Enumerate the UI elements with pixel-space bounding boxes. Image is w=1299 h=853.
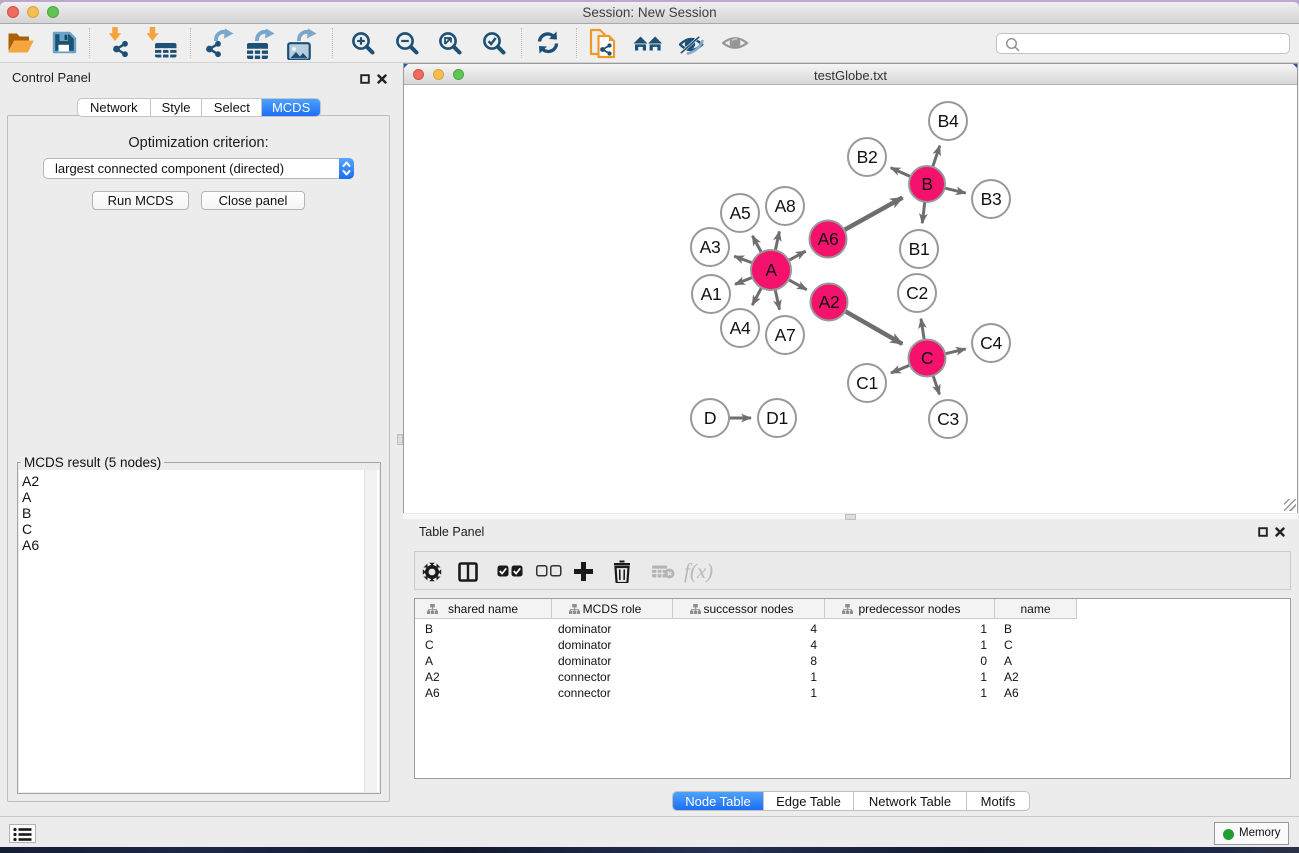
svg-text:A7: A7 bbox=[775, 325, 796, 345]
svg-text:A6: A6 bbox=[818, 229, 839, 249]
svg-text:A5: A5 bbox=[730, 203, 751, 223]
svg-text:B2: B2 bbox=[857, 147, 878, 167]
svg-text:A4: A4 bbox=[730, 318, 751, 338]
svg-text:D: D bbox=[704, 408, 716, 428]
svg-text:B1: B1 bbox=[909, 239, 930, 259]
svg-text:C: C bbox=[921, 348, 933, 368]
svg-text:B4: B4 bbox=[938, 111, 959, 131]
svg-text:A8: A8 bbox=[775, 196, 796, 216]
svg-text:B: B bbox=[921, 174, 932, 194]
svg-text:C4: C4 bbox=[980, 333, 1002, 353]
svg-text:A3: A3 bbox=[700, 237, 721, 257]
svg-text:C3: C3 bbox=[937, 409, 959, 429]
svg-text:B3: B3 bbox=[981, 189, 1002, 209]
svg-text:A2: A2 bbox=[819, 292, 840, 312]
svg-text:C2: C2 bbox=[906, 283, 928, 303]
svg-text:D1: D1 bbox=[766, 408, 788, 428]
svg-text:A1: A1 bbox=[701, 284, 722, 304]
svg-text:A: A bbox=[765, 260, 777, 280]
svg-text:C1: C1 bbox=[856, 373, 878, 393]
